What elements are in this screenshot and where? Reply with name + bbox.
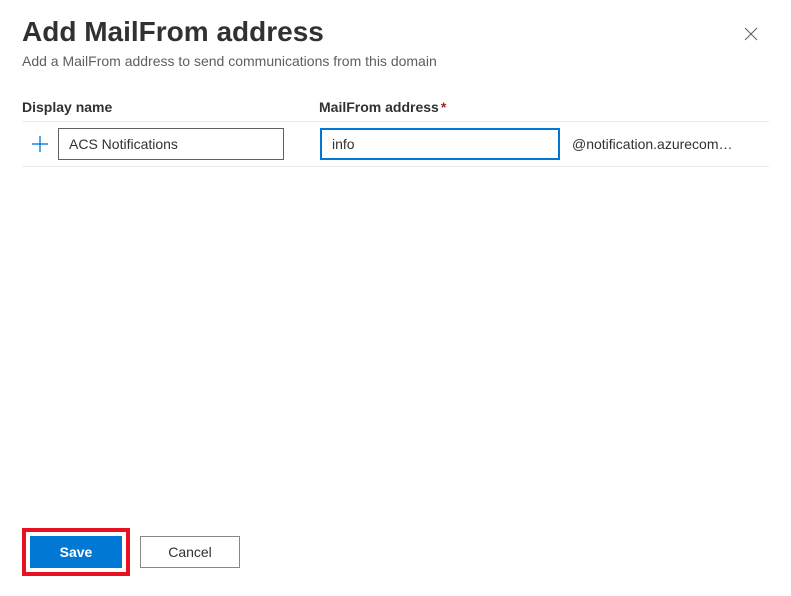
add-row-button[interactable] <box>22 135 58 153</box>
dialog-subtitle: Add a MailFrom address to send communica… <box>22 53 769 69</box>
plus-icon <box>31 135 49 153</box>
domain-suffix: @notification.azurecom… <box>572 136 733 152</box>
dialog-header: Add MailFrom address Add a MailFrom addr… <box>0 0 791 79</box>
dialog-title: Add MailFrom address <box>22 15 769 49</box>
cancel-button[interactable]: Cancel <box>140 536 240 568</box>
mailfrom-label: MailFrom address* <box>319 99 446 115</box>
close-button[interactable] <box>741 24 761 44</box>
save-button-highlight: Save <box>22 528 130 576</box>
display-name-label: Display name <box>22 99 319 115</box>
required-indicator: * <box>441 99 446 115</box>
display-name-input[interactable] <box>58 128 284 160</box>
labels-row: Display name MailFrom address* <box>22 99 769 115</box>
form-area: Display name MailFrom address* @notifica… <box>0 79 791 167</box>
save-button[interactable]: Save <box>30 536 122 568</box>
mailfrom-label-text: MailFrom address <box>319 99 439 115</box>
dialog-footer: Save Cancel <box>22 528 240 576</box>
close-icon <box>743 26 759 42</box>
inputs-row: @notification.azurecom… <box>22 121 769 167</box>
mailfrom-input[interactable] <box>320 128 560 160</box>
